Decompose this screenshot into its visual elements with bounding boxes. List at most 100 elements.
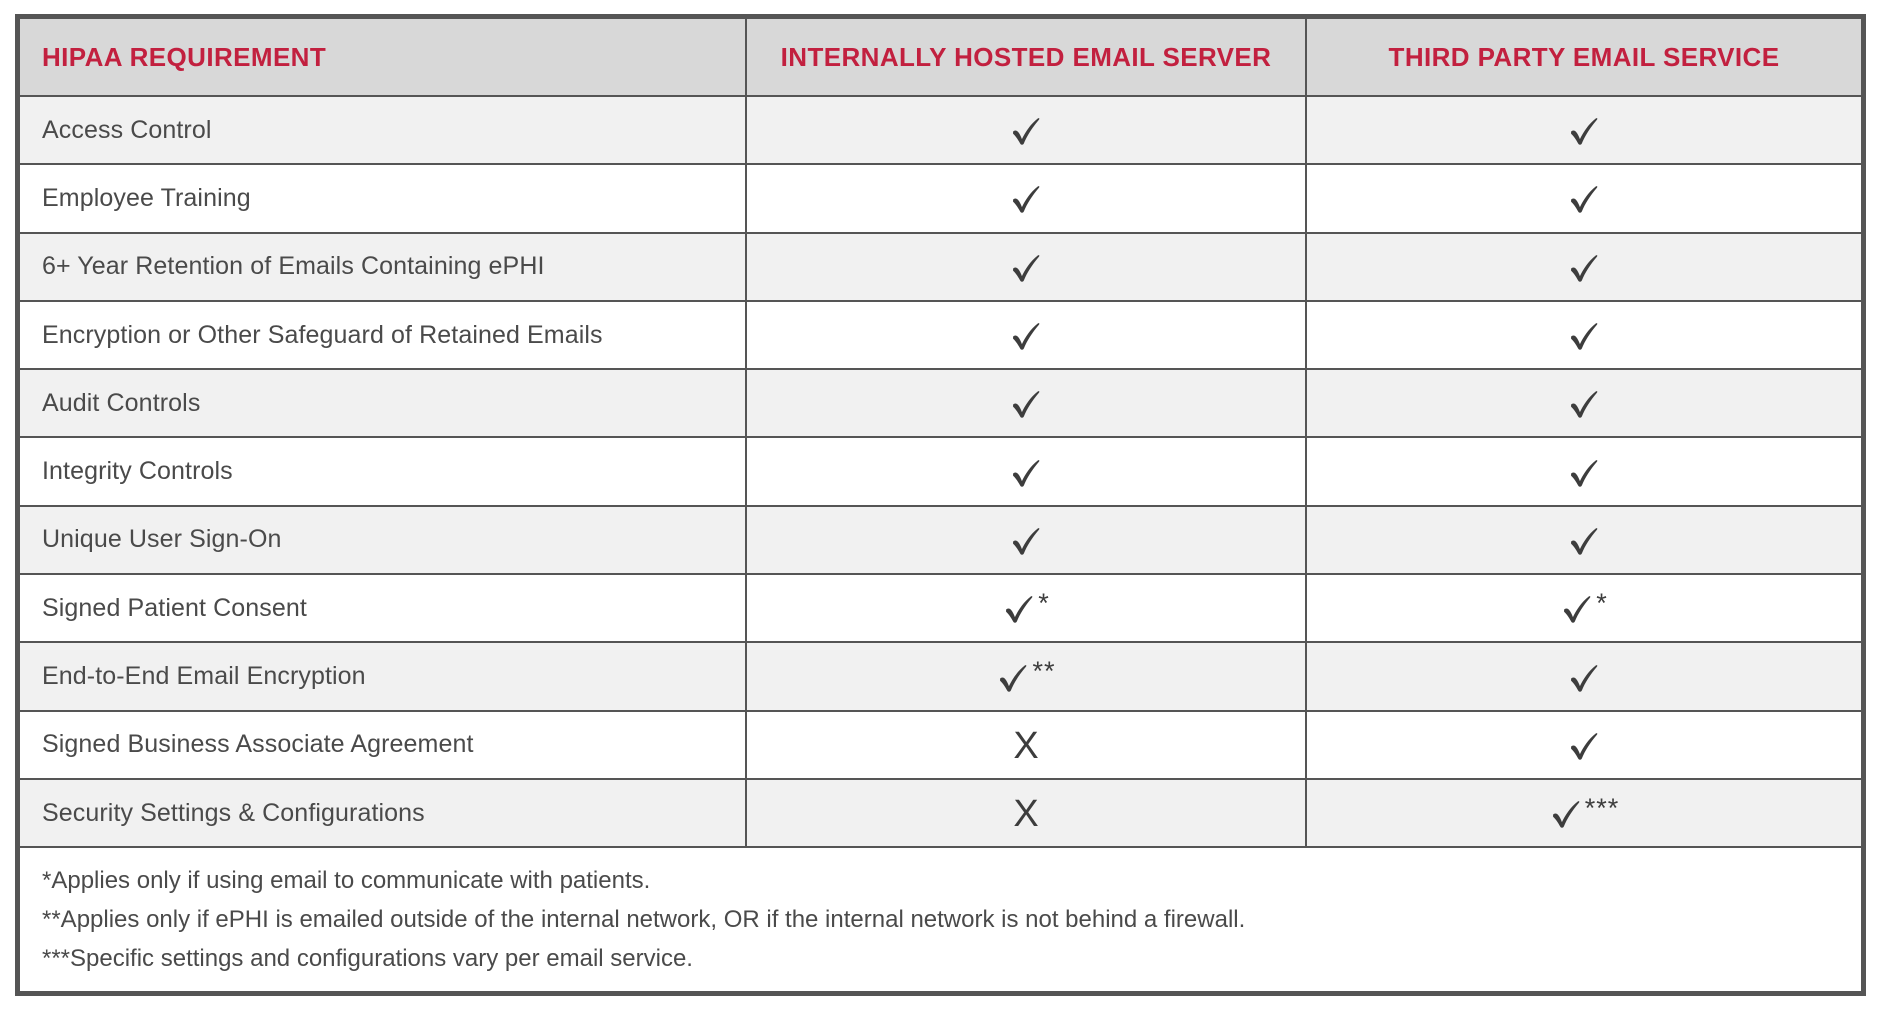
check-icon xyxy=(1009,456,1043,490)
cell-internal: X xyxy=(745,710,1306,780)
check-icon xyxy=(1567,370,1601,436)
x-icon: X xyxy=(1013,724,1039,767)
table-row: Security Settings & Configurations X *** xyxy=(20,778,1861,849)
check-icon xyxy=(1549,797,1583,831)
table-row: 6+ Year Retention of Emails Containing e… xyxy=(20,232,1861,302)
check-icon xyxy=(1009,507,1043,573)
check-icon xyxy=(1567,182,1601,216)
check-icon xyxy=(1002,592,1036,626)
cell-internal xyxy=(745,437,1306,507)
check-icon xyxy=(1009,114,1043,148)
check-icon xyxy=(1567,319,1601,353)
table-row: Unique User Sign-On xyxy=(20,505,1861,576)
cell-third-party xyxy=(1305,300,1861,371)
cell-third-party: * xyxy=(1305,574,1861,644)
cell-internal: X xyxy=(745,778,1306,849)
check-icon xyxy=(1009,165,1043,231)
cell-internal xyxy=(745,505,1306,576)
cell-requirement: Integrity Controls xyxy=(20,437,746,507)
check-icon xyxy=(1009,370,1043,436)
footnote-marker: ** xyxy=(1032,656,1056,687)
cell-third-party xyxy=(1305,505,1861,576)
check-icon: * xyxy=(1002,575,1050,641)
check-icon xyxy=(1009,97,1043,163)
hipaa-requirements-table: HIPAA Requirement Internally Hosted Emai… xyxy=(15,14,1866,996)
cell-third-party xyxy=(1305,232,1861,302)
cell-internal: ** xyxy=(745,642,1306,712)
cell-third-party xyxy=(1305,369,1861,439)
footnote-marker: * xyxy=(1596,587,1608,618)
table-row: Signed Patient Consent * * xyxy=(20,574,1861,644)
check-icon xyxy=(1009,302,1043,368)
footnote-marker: * xyxy=(1038,587,1050,618)
check-icon xyxy=(1009,182,1043,216)
cell-internal xyxy=(745,369,1306,439)
cell-third-party xyxy=(1305,96,1861,166)
cell-requirement: Encryption or Other Safeguard of Retaine… xyxy=(20,300,746,371)
cell-requirement: Unique User Sign-On xyxy=(20,505,746,576)
cell-requirement: Signed Patient Consent xyxy=(20,574,746,644)
cell-third-party xyxy=(1305,164,1861,234)
cell-requirement: 6+ Year Retention of Emails Containing e… xyxy=(20,232,746,302)
header-row: HIPAA Requirement Internally Hosted Emai… xyxy=(20,19,1861,97)
footnote-3: ***Specific settings and configurations … xyxy=(42,945,693,973)
table-row: Integrity Controls xyxy=(20,437,1861,507)
cell-internal xyxy=(745,96,1306,166)
check-icon xyxy=(1009,251,1043,285)
check-icon xyxy=(1567,661,1601,695)
check-icon xyxy=(1009,319,1043,353)
comparison-table: HIPAA Requirement Internally Hosted Emai… xyxy=(20,19,1861,991)
check-icon xyxy=(1567,643,1601,709)
check-icon xyxy=(1560,592,1594,626)
cell-internal xyxy=(745,164,1306,234)
check-icon xyxy=(1009,524,1043,558)
check-icon: * xyxy=(1560,575,1608,641)
cell-third-party: *** xyxy=(1305,778,1861,849)
cell-third-party xyxy=(1305,642,1861,712)
footnote-1: *Applies only if using email to communic… xyxy=(42,867,651,895)
footnotes-cell: *Applies only if using email to communic… xyxy=(20,846,1861,991)
column-header-third-party-email-service: Third Party Email Service xyxy=(1305,19,1861,97)
check-icon xyxy=(1567,234,1601,300)
table-row: End-to-End Email Encryption ** xyxy=(20,642,1861,712)
check-icon xyxy=(1567,387,1601,421)
footnotes-row: *Applies only if using email to communic… xyxy=(20,846,1861,991)
cell-third-party xyxy=(1305,710,1861,780)
check-icon xyxy=(1567,438,1601,504)
check-icon xyxy=(1567,251,1601,285)
table-row: Encryption or Other Safeguard of Retaine… xyxy=(20,300,1861,371)
footnote-2: **Applies only if ePHI is emailed outsid… xyxy=(42,906,1246,934)
x-icon: X xyxy=(1013,780,1038,846)
check-icon xyxy=(1567,456,1601,490)
cell-third-party xyxy=(1305,437,1861,507)
cell-requirement: Employee Training xyxy=(20,164,746,234)
check-icon xyxy=(1567,302,1601,368)
cell-internal xyxy=(745,232,1306,302)
check-icon: ** xyxy=(996,643,1055,709)
check-icon xyxy=(1009,387,1043,421)
table-row: Audit Controls xyxy=(20,369,1861,439)
column-header-hipaa-requirement: HIPAA Requirement xyxy=(20,19,746,97)
check-icon xyxy=(996,661,1030,695)
check-icon xyxy=(1567,165,1601,231)
cell-requirement: End-to-End Email Encryption xyxy=(20,642,746,712)
table-body: Access Control Employee Training 6+ Year R… xyxy=(20,96,1861,849)
cell-internal xyxy=(745,300,1306,371)
footnote-marker: *** xyxy=(1584,792,1620,823)
check-icon xyxy=(1009,438,1043,504)
column-header-internally-hosted-email-server: Internally Hosted Email Server xyxy=(745,19,1306,97)
check-icon xyxy=(1009,234,1043,300)
cell-requirement: Signed Business Associate Agreement xyxy=(20,710,746,780)
table-row: Signed Business Associate Agreement X xyxy=(20,710,1861,780)
table-header: HIPAA Requirement Internally Hosted Emai… xyxy=(20,19,1861,97)
x-icon: X xyxy=(1013,712,1038,778)
check-icon xyxy=(1567,712,1601,778)
table-footnotes: *Applies only if using email to communic… xyxy=(20,846,1861,991)
table-row: Employee Training xyxy=(20,164,1861,234)
check-icon xyxy=(1567,524,1601,558)
cell-internal: * xyxy=(745,574,1306,644)
check-icon xyxy=(1567,729,1601,763)
cell-requirement: Access Control xyxy=(20,96,746,166)
check-icon: *** xyxy=(1549,780,1620,846)
x-icon: X xyxy=(1013,793,1039,836)
